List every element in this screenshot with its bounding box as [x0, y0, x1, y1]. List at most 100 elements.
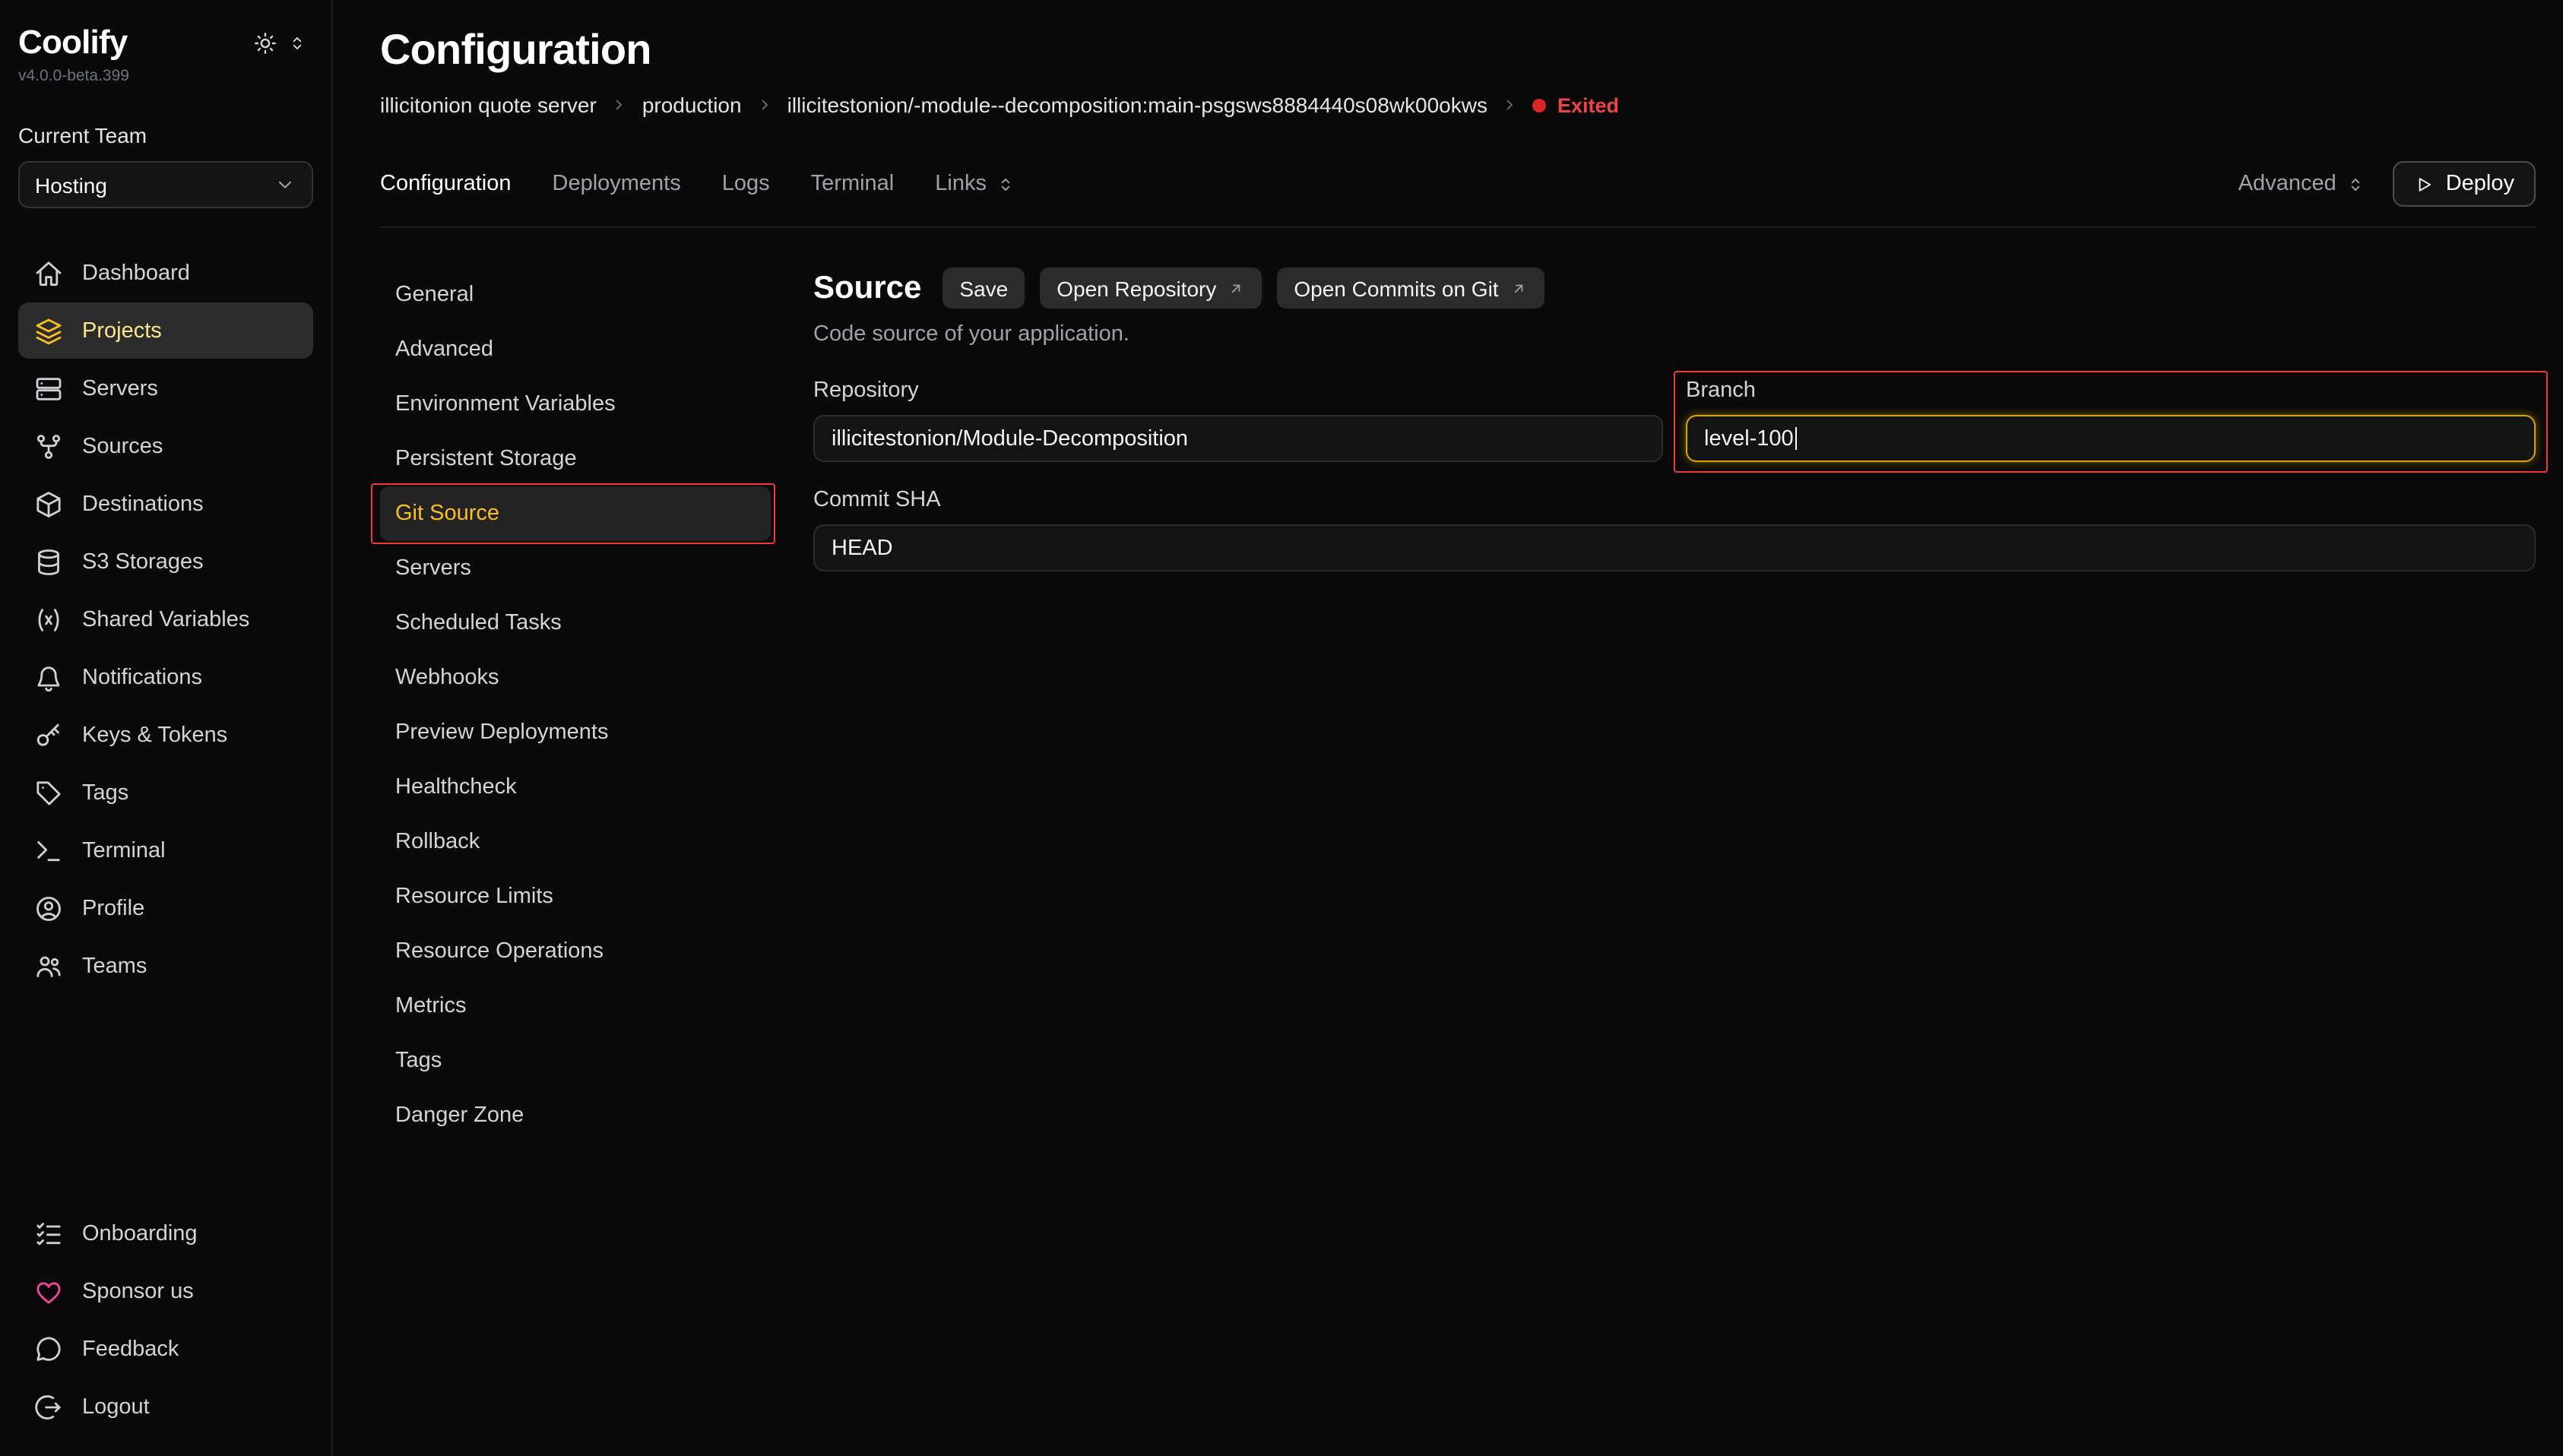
- source-panel-header: Source Save Open Repository Open Commits…: [813, 267, 2536, 309]
- branch-input[interactable]: level-100: [1686, 415, 2536, 462]
- subnav-item-servers[interactable]: Servers: [380, 541, 771, 596]
- sidebar-item-notifications[interactable]: Notifications: [18, 649, 313, 705]
- sidebar-item-label: Notifications: [82, 665, 202, 689]
- bell-icon: [33, 662, 64, 692]
- commit-sha-label: Commit SHA: [813, 488, 2536, 512]
- sidebar-item-servers[interactable]: Servers: [18, 360, 313, 416]
- save-button-label: Save: [959, 276, 1008, 300]
- repository-field: Repository: [813, 378, 1663, 462]
- breadcrumb-item[interactable]: production: [642, 93, 742, 117]
- sidebar-item-dashboard[interactable]: Dashboard: [18, 245, 313, 301]
- subnav-item-healthcheck[interactable]: Healthcheck: [380, 760, 771, 815]
- sidebar-item-logout[interactable]: Logout: [18, 1378, 313, 1435]
- commit-sha-field: Commit SHA: [813, 488, 2536, 571]
- sidebar-item-sponsor-us[interactable]: Sponsor us: [18, 1263, 313, 1319]
- deploy-button[interactable]: Deploy: [2393, 161, 2536, 207]
- tab-links[interactable]: Links: [935, 172, 1015, 196]
- sidebar-nav: Dashboard Projects ServersSources Destinati…: [18, 245, 313, 994]
- tag-icon: [33, 777, 64, 808]
- open-commits-button[interactable]: Open Commits on Git: [1277, 267, 1544, 309]
- commit-sha-input[interactable]: [813, 524, 2536, 571]
- status-dot-icon: [1533, 98, 1547, 112]
- page-title: Configuration: [380, 26, 2536, 74]
- sidebar-footer-nav: Onboarding Sponsor us Feedback Logout: [18, 1205, 313, 1435]
- subnav-item-advanced[interactable]: Advanced: [380, 322, 771, 377]
- sidebar-item-label: Feedback: [82, 1337, 179, 1361]
- subnav-item-metrics[interactable]: Metrics: [380, 979, 771, 1033]
- open-repository-button[interactable]: Open Repository: [1040, 267, 1262, 309]
- breadcrumb: illicitonion quote server production illic…: [380, 93, 2536, 117]
- sidebar-item-label: Projects: [82, 318, 162, 343]
- sidebar-item-shared-variables[interactable]: Shared Variables: [18, 591, 313, 647]
- variable-icon: [33, 604, 64, 635]
- status-label: Exited: [1557, 93, 1619, 116]
- users-icon: [33, 951, 64, 981]
- sidebar-item-projects[interactable]: Projects: [18, 302, 313, 359]
- home-icon: [33, 258, 64, 288]
- advanced-toggle[interactable]: Advanced: [2238, 172, 2365, 196]
- theme-selector-icon[interactable]: [287, 33, 307, 53]
- sidebar-item-sources[interactable]: Sources: [18, 418, 313, 474]
- sidebar-item-terminal[interactable]: Terminal: [18, 822, 313, 878]
- app: Coolify v4.0.0-beta.399 Current Team Hos…: [0, 0, 2563, 1456]
- tabbar: Configuration Deployments Logs Terminal Link…: [380, 161, 2536, 228]
- sidebar-item-label: Shared Variables: [82, 607, 249, 631]
- team-selector[interactable]: Hosting: [18, 161, 313, 208]
- subnav-item-general[interactable]: General: [380, 267, 771, 322]
- sidebar-item-s3-storages[interactable]: S3 Storages: [18, 533, 313, 590]
- subnav-item-danger-zone[interactable]: Danger Zone: [380, 1088, 771, 1143]
- subnav-item-tags[interactable]: Tags: [380, 1033, 771, 1088]
- subnav-item-webhooks[interactable]: Webhooks: [380, 650, 771, 705]
- sidebar-item-tags[interactable]: Tags: [18, 764, 313, 821]
- tab-deployments[interactable]: Deployments: [553, 172, 681, 196]
- sidebar-item-keys-tokens[interactable]: Keys & Tokens: [18, 707, 313, 763]
- app-version: v4.0.0-beta.399: [18, 67, 129, 85]
- chevron-right-icon: [1501, 96, 1519, 114]
- deploy-label: Deploy: [2446, 172, 2514, 196]
- open-commits-label: Open Commits on Git: [1294, 276, 1498, 300]
- sidebar-item-onboarding[interactable]: Onboarding: [18, 1205, 313, 1261]
- team-selector-value: Hosting: [35, 173, 107, 197]
- tab-logs[interactable]: Logs: [722, 172, 770, 196]
- subnav-item-scheduled-tasks[interactable]: Scheduled Tasks: [380, 596, 771, 650]
- chevron-down-icon: [274, 173, 296, 196]
- arrow-up-right-icon: [1227, 279, 1245, 297]
- current-team-label: Current Team: [18, 123, 313, 147]
- subnav-item-resource-limits[interactable]: Resource Limits: [380, 869, 771, 924]
- repository-label: Repository: [813, 378, 1663, 403]
- subnav-item-rollback[interactable]: Rollback: [380, 815, 771, 869]
- sidebar: Coolify v4.0.0-beta.399 Current Team Hos…: [0, 0, 333, 1456]
- tabs: Configuration Deployments Logs Terminal Link…: [380, 172, 1015, 196]
- user-circle-icon: [33, 893, 64, 923]
- sidebar-item-label: Onboarding: [82, 1221, 198, 1246]
- save-button[interactable]: Save: [943, 267, 1025, 309]
- subnav-item-persistent-storage[interactable]: Persistent Storage: [380, 432, 771, 486]
- tab-configuration[interactable]: Configuration: [380, 172, 512, 196]
- sidebar-item-label: Teams: [82, 954, 147, 978]
- breadcrumb-item[interactable]: illicitonion quote server: [380, 93, 597, 117]
- sidebar-item-label: Sponsor us: [82, 1279, 194, 1303]
- sidebar-item-label: Tags: [82, 780, 128, 805]
- status-badge: Exited: [1533, 93, 1619, 116]
- sidebar-item-label: Logout: [82, 1394, 150, 1419]
- subnav-item-environment-variables[interactable]: Environment Variables: [380, 377, 771, 432]
- sidebar-item-teams[interactable]: Teams: [18, 938, 313, 994]
- subnav-item-git-source[interactable]: Git Source: [380, 486, 771, 541]
- sun-icon[interactable]: [252, 30, 278, 56]
- repository-input[interactable]: [813, 415, 1663, 462]
- app-logo: Coolify: [18, 23, 129, 62]
- sidebar-item-label: Destinations: [82, 492, 204, 516]
- sidebar-item-profile[interactable]: Profile: [18, 880, 313, 936]
- tab-terminal[interactable]: Terminal: [811, 172, 895, 196]
- config-content: GeneralAdvancedEnvironment VariablesPers…: [380, 267, 2536, 1143]
- sidebar-item-label: Terminal: [82, 838, 166, 863]
- layers-icon: [33, 315, 64, 346]
- sidebar-item-feedback[interactable]: Feedback: [18, 1321, 313, 1377]
- logout-icon: [33, 1391, 64, 1422]
- subnav-item-resource-operations[interactable]: Resource Operations: [380, 924, 771, 979]
- subnav-item-preview-deployments[interactable]: Preview Deployments: [380, 705, 771, 760]
- source-panel: Source Save Open Repository Open Commits…: [813, 267, 2536, 571]
- breadcrumb-item[interactable]: illicitestonion/-module--decomposition:m…: [787, 93, 1487, 117]
- sidebar-item-destinations[interactable]: Destinations: [18, 476, 313, 532]
- selector-icon: [996, 174, 1015, 194]
